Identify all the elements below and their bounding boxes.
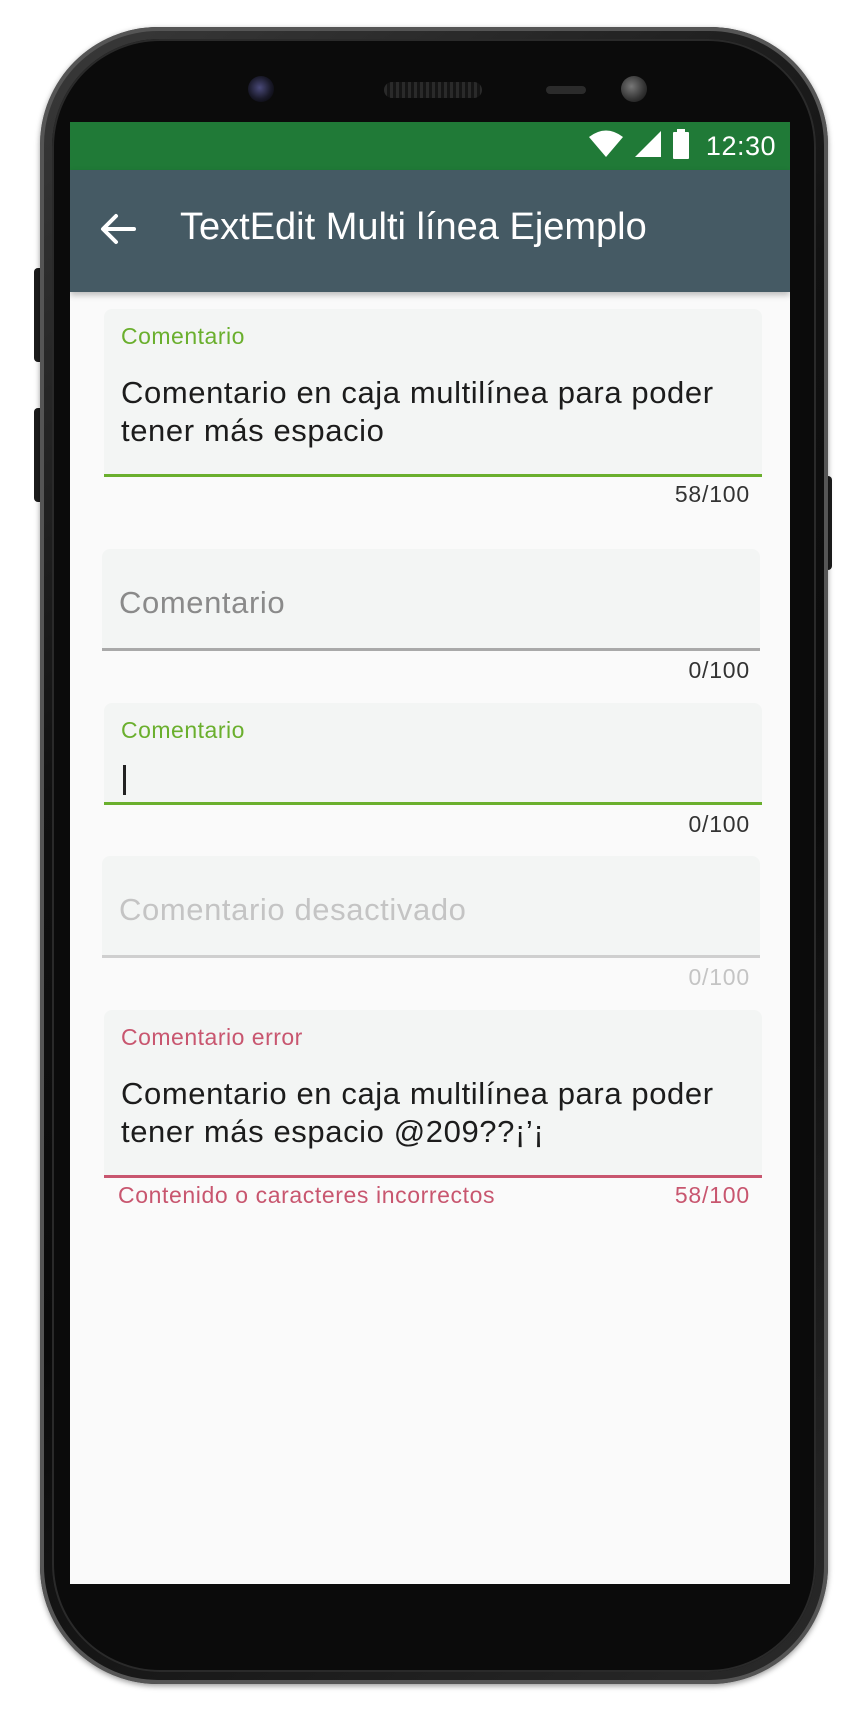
earpiece-speaker <box>384 82 482 98</box>
text-cursor <box>123 765 126 795</box>
field-label: Comentario error <box>121 1024 303 1050</box>
char-counter: 0/100 <box>688 811 750 837</box>
app-bar: TextEdit Multi línea Ejemplo <box>70 170 790 292</box>
field-value[interactable]: Comentario en caja multilínea para poder… <box>121 1075 742 1151</box>
battery-icon <box>672 128 690 164</box>
field-value[interactable]: Comentario en caja multilínea para poder… <box>121 374 732 450</box>
signal-icon <box>634 130 662 163</box>
comment-field-filled[interactable]: Comentario Comentario en caja multilínea… <box>104 309 762 477</box>
page-title: TextEdit Multi línea Ejemplo <box>180 206 647 248</box>
comment-field-disabled: Comentario desactivado <box>102 856 760 958</box>
back-button[interactable] <box>90 203 146 259</box>
comment-field-focused[interactable]: Comentario <box>104 703 762 805</box>
char-counter: 58/100 <box>674 1182 750 1208</box>
field-placeholder: Comentario <box>119 585 286 620</box>
field-underline <box>104 802 762 805</box>
device-mockup: 12:30 TextEdit Multi línea Ejemplo Comen… <box>0 0 864 1718</box>
comment-field-empty[interactable]: Comentario <box>102 549 760 651</box>
screen: 12:30 TextEdit Multi línea Ejemplo Comen… <box>70 122 790 1584</box>
char-counter: 0/100 <box>688 657 750 683</box>
status-bar: 12:30 <box>70 122 790 170</box>
char-counter: 0/100 <box>688 964 750 990</box>
front-camera <box>248 76 274 102</box>
wifi-icon <box>588 130 624 163</box>
char-counter: 58/100 <box>674 481 750 507</box>
field-underline <box>104 474 762 477</box>
field-underline <box>102 955 760 958</box>
error-helper-text: Contenido o caracteres incorrectos <box>118 1182 496 1208</box>
status-time: 12:30 <box>705 130 776 161</box>
field-label: Comentario <box>121 323 245 349</box>
comment-field-error[interactable]: Comentario error Comentario en caja mult… <box>104 1010 762 1178</box>
field-underline <box>104 1175 762 1178</box>
field-underline <box>102 648 760 651</box>
arrow-back-icon <box>100 213 136 250</box>
proximity-sensor <box>546 86 586 94</box>
status-icons: 12:30 <box>588 122 776 170</box>
light-sensor <box>621 76 647 102</box>
field-label: Comentario <box>121 717 245 743</box>
field-placeholder: Comentario desactivado <box>119 892 467 927</box>
